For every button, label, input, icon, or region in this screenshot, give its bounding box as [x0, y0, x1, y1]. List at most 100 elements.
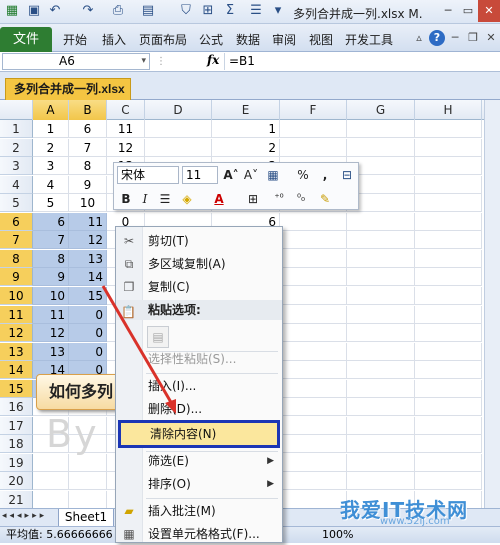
cell-G17[interactable] [347, 416, 415, 435]
cell-A12[interactable]: 12 [33, 324, 69, 343]
cell-F9[interactable] [280, 268, 347, 287]
cell-F10[interactable] [280, 286, 347, 305]
menu-item-clear-contents[interactable]: 清除内容(N) [118, 420, 280, 448]
cell-F14[interactable] [280, 361, 347, 380]
cell-A5[interactable]: 5 [33, 194, 69, 213]
cell-B5[interactable]: 10 [69, 194, 107, 213]
cell-H5[interactable] [415, 194, 482, 213]
cell-F2[interactable] [280, 138, 347, 157]
menu-item-paste-special[interactable]: 选择性粘贴(S)... [116, 348, 282, 370]
cell-H17[interactable] [415, 416, 482, 435]
cell-H16[interactable] [415, 398, 482, 417]
cell-H14[interactable] [415, 361, 482, 380]
font-size-select[interactable]: 11 [182, 166, 218, 184]
cell-A21[interactable] [33, 491, 69, 508]
row-header[interactable]: 16 [0, 398, 33, 417]
cell-H13[interactable] [415, 342, 482, 361]
cell-A20[interactable] [33, 472, 69, 491]
help-icon[interactable]: ? [429, 30, 445, 46]
cell-B11[interactable]: 0 [69, 305, 107, 324]
filter-icon[interactable]: ⛉ [178, 3, 194, 19]
collapse-ribbon-icon[interactable]: ▵ [410, 29, 428, 47]
cell-F19[interactable] [280, 453, 347, 472]
column-header[interactable]: E [212, 100, 280, 120]
close-icon[interactable]: ✕ [478, 0, 500, 22]
column-header[interactable]: A [33, 100, 69, 120]
print-preview-icon[interactable]: ⎙ [110, 3, 126, 19]
menu-item-multi-copy[interactable]: ⧉ 多区域复制(A) [116, 253, 282, 275]
row-header[interactable]: 12 [0, 324, 33, 343]
cell-F1[interactable] [280, 120, 347, 138]
tab-developer[interactable]: 开发工具 [345, 31, 393, 48]
cell-G8[interactable] [347, 249, 415, 268]
cell-H15[interactable] [415, 379, 482, 398]
cell-G10[interactable] [347, 286, 415, 305]
doc-close-icon[interactable]: ✕ [482, 29, 500, 47]
doc-restore-icon[interactable]: ❐ [464, 29, 482, 47]
cell-G9[interactable] [347, 268, 415, 287]
cell-G16[interactable] [347, 398, 415, 417]
cell-F6[interactable] [280, 212, 347, 231]
document-tab[interactable]: 多列合并成一列.xlsx [5, 78, 131, 100]
borders-icon[interactable]: ⊞ [200, 3, 216, 19]
font-color-icon[interactable]: A [210, 190, 228, 208]
cell-B6[interactable]: 11 [69, 212, 107, 231]
cell-C2[interactable]: 12 [107, 138, 145, 157]
cell-G20[interactable] [347, 472, 415, 491]
cell-G2[interactable] [347, 138, 415, 157]
cell-E2[interactable]: 2 [212, 138, 280, 157]
cell-G19[interactable] [347, 453, 415, 472]
minimize-icon[interactable]: ─ [438, 0, 458, 22]
cell-B13[interactable]: 0 [69, 342, 107, 361]
cell-A4[interactable]: 4 [33, 175, 69, 194]
cell-B4[interactable]: 9 [69, 175, 107, 194]
row-header[interactable]: 4 [0, 175, 33, 194]
row-header[interactable]: 6 [0, 212, 33, 231]
cell-H4[interactable] [415, 175, 482, 194]
cell-A10[interactable]: 10 [33, 286, 69, 305]
cell-A11[interactable]: 11 [33, 305, 69, 324]
cell-F21[interactable] [280, 491, 347, 508]
cell-H8[interactable] [415, 249, 482, 268]
cell-B21[interactable] [69, 491, 107, 508]
cell-G11[interactable] [347, 305, 415, 324]
row-header[interactable]: 10 [0, 286, 33, 305]
row-header[interactable]: 5 [0, 194, 33, 213]
doc-minimize-icon[interactable]: ─ [446, 29, 464, 47]
grow-font-icon[interactable]: A˄ [222, 166, 240, 184]
cell-E1[interactable]: 1 [212, 120, 280, 138]
cell-B19[interactable] [69, 453, 107, 472]
cell-F8[interactable] [280, 249, 347, 268]
row-header[interactable]: 3 [0, 157, 33, 176]
cell-F13[interactable] [280, 342, 347, 361]
decrease-decimal-icon[interactable]: ⁰₀ [292, 190, 310, 208]
tab-formulas[interactable]: 公式 [199, 31, 223, 48]
cell-F15[interactable] [280, 379, 347, 398]
qat-more-icon[interactable]: ▾ [270, 3, 286, 19]
menu-item-format-cells[interactable]: ▦ 设置单元格格式(F)... [116, 523, 282, 545]
row-header[interactable]: 18 [0, 435, 33, 454]
menu-item-sort[interactable]: 排序(O) ▶ [116, 473, 282, 495]
cell-H20[interactable] [415, 472, 482, 491]
cell-F16[interactable] [280, 398, 347, 417]
column-header[interactable]: F [280, 100, 347, 120]
row-header[interactable]: 9 [0, 268, 33, 287]
cell-H7[interactable] [415, 231, 482, 250]
row-header[interactable]: 21 [0, 491, 33, 508]
cell-D1[interactable] [145, 120, 212, 138]
sheet-nav-arrows-icon[interactable]: ◂◂◂▸▸▸ [2, 511, 47, 521]
column-header[interactable]: C [107, 100, 145, 120]
select-all-corner[interactable] [0, 100, 33, 120]
borders-icon[interactable]: ⊞ [244, 190, 262, 208]
row-header[interactable]: 7 [0, 231, 33, 250]
cell-G1[interactable] [347, 120, 415, 138]
cell-F20[interactable] [280, 472, 347, 491]
italic-button[interactable]: I [136, 190, 154, 208]
cell-G6[interactable] [347, 212, 415, 231]
number-format-icon[interactable]: ▦ [264, 166, 282, 184]
cell-G13[interactable] [347, 342, 415, 361]
cell-H18[interactable] [415, 435, 482, 454]
name-box[interactable]: A6 [2, 53, 150, 70]
menu-item-copy[interactable]: ❐ 复制(C) [116, 276, 282, 298]
cell-A19[interactable] [33, 453, 69, 472]
